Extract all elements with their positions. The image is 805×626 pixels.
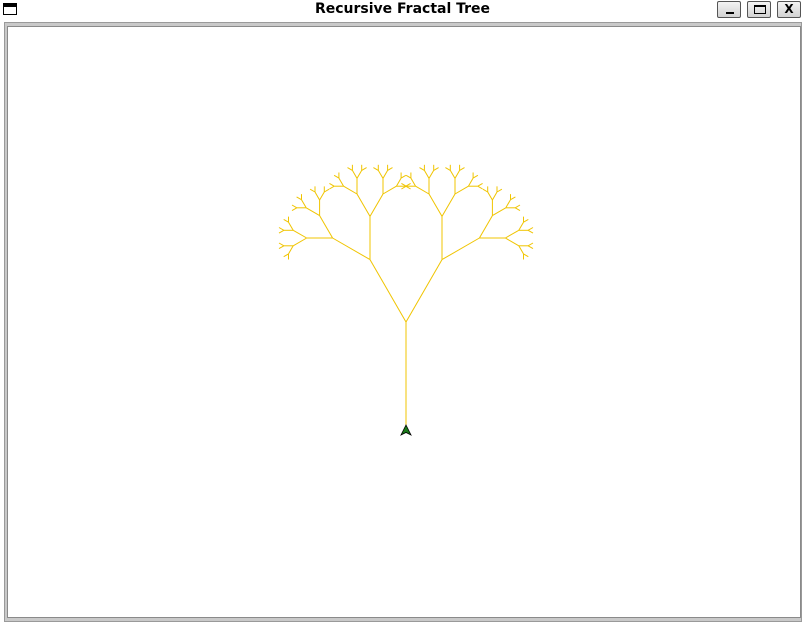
tree-branch-40 [333, 174, 340, 179]
tree-branch-123 [527, 245, 534, 250]
tree-branch-105 [492, 207, 507, 217]
tree-branch-111 [514, 207, 521, 212]
tree-branch-95 [477, 185, 483, 190]
maximize-button[interactable] [747, 1, 771, 18]
tree-branch-11 [292, 229, 307, 239]
tree-branch-99 [487, 191, 493, 201]
tree-branch-66 [428, 193, 443, 217]
tree-branch-71 [410, 177, 417, 187]
tree-branch-44 [347, 167, 353, 171]
tree-branch-64 [405, 259, 443, 323]
tree-branch-48 [361, 167, 367, 171]
tree-branch-83 [449, 170, 456, 179]
tree-branch-75 [423, 170, 430, 179]
tree-branch-35 [343, 185, 358, 195]
tree-branch-114 [518, 221, 524, 231]
window-title: Recursive Fractal Tree [314, 1, 491, 17]
tree-branch-60 [400, 174, 407, 179]
tree-branch-30 [319, 191, 325, 201]
tree-branch-54 [382, 170, 389, 179]
tree-branch-110 [514, 204, 521, 209]
tree-branch-89 [454, 185, 469, 195]
tree-branch-52 [373, 167, 379, 171]
tree-branch-1 [369, 259, 407, 323]
close-button[interactable]: X [777, 1, 801, 18]
tree-branch-113 [505, 229, 520, 239]
tree-branch-49 [369, 193, 384, 217]
tree-branch-37 [329, 185, 335, 190]
tree-branch-34 [356, 193, 371, 217]
tree-branch-57 [382, 185, 397, 195]
tree-branch-116 [523, 218, 529, 223]
minimize-button[interactable] [717, 1, 741, 18]
tree-branch-86 [454, 170, 461, 179]
tree-branch-122 [527, 242, 534, 247]
drawing-canvas [7, 26, 801, 618]
tree-branch-28 [309, 188, 316, 193]
tree-branch-90 [467, 177, 474, 187]
fractal-tree-drawing [278, 164, 534, 436]
tree-branch-119 [527, 229, 534, 234]
tree-branch-21 [291, 207, 298, 212]
tree-branch-27 [314, 191, 321, 201]
tree-branch-56 [387, 167, 393, 171]
tree-branch-46 [356, 170, 363, 179]
tree-branch-84 [445, 167, 451, 171]
tree-branch-72 [405, 174, 412, 179]
close-icon: X [784, 2, 794, 16]
tree-branch-125 [523, 253, 529, 258]
tree-branch-4 [292, 237, 307, 247]
minimize-icon [726, 12, 734, 14]
tree-branch-14 [278, 227, 285, 231]
tree-branch-43 [351, 170, 358, 179]
tree-branch-88 [459, 167, 465, 171]
title-bar[interactable]: Recursive Fractal Tree X [0, 0, 805, 20]
tree-branch-2 [332, 237, 371, 261]
tree-branch-67 [415, 185, 430, 195]
tree-branch-7 [283, 253, 289, 258]
tree-branch-80 [433, 167, 439, 171]
tree-branch-38 [329, 182, 335, 187]
turtle-arrow-icon [400, 424, 412, 436]
tree-branch-58 [395, 177, 402, 187]
tree-branch-19 [305, 207, 320, 217]
maximize-icon [754, 5, 766, 14]
tree-branch-39 [338, 177, 345, 187]
tree-branch-118 [527, 227, 534, 231]
tree-branch-16 [283, 218, 289, 223]
tree-branch-15 [288, 221, 294, 231]
tree-branch-18 [319, 215, 334, 239]
tree-branch-32 [324, 188, 330, 193]
tree-branch-13 [278, 229, 285, 234]
tree-branch-10 [278, 242, 285, 247]
tree-branch-51 [377, 170, 384, 179]
tree-branch-9 [278, 245, 285, 250]
tree-branch-102 [491, 191, 498, 201]
tree-branch-104 [496, 188, 503, 193]
tree-branch-94 [477, 182, 483, 187]
tree-branch-108 [510, 196, 516, 201]
tree-branch-106 [505, 199, 511, 209]
tree-branch-22 [291, 204, 298, 209]
tree-branch-97 [478, 215, 493, 239]
fractal-tree [278, 164, 534, 429]
tree-branch-124 [518, 245, 524, 255]
tree-branch-92 [472, 174, 479, 179]
tree-branch-81 [441, 193, 456, 217]
tree-branch-100 [482, 188, 488, 193]
tree-branch-78 [428, 170, 435, 179]
tree-branch-23 [301, 199, 307, 209]
tree-branch-96 [441, 237, 480, 261]
tree-branch-5 [288, 245, 294, 255]
tree-branch-24 [296, 196, 302, 201]
tree-branch-120 [505, 237, 520, 247]
tree-branch-76 [419, 167, 425, 171]
